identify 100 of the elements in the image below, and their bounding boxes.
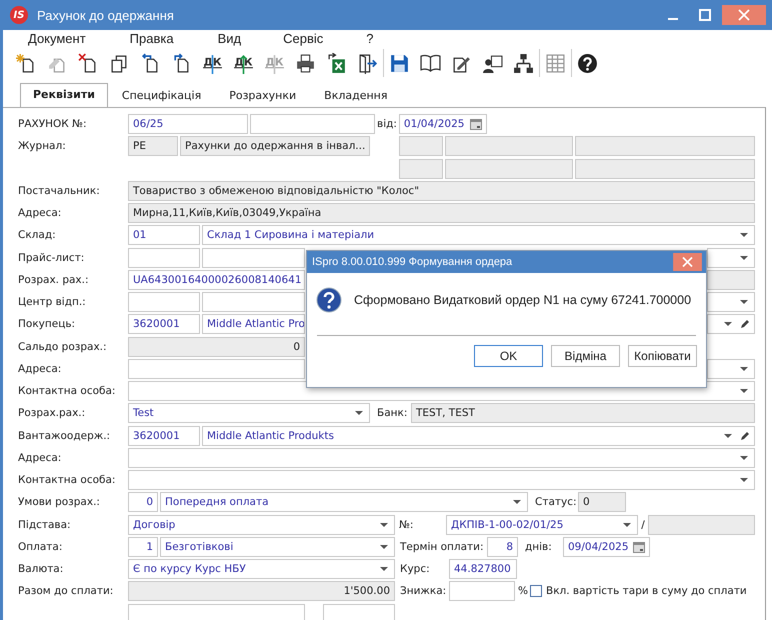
hierarchy-icon[interactable] — [513, 52, 534, 74]
field-label: Покупець: — [18, 318, 76, 330]
balance-field[interactable]: 0 — [128, 336, 305, 356]
tab[interactable]: Вкладення — [310, 85, 402, 107]
status-field[interactable]: 0 — [578, 492, 626, 512]
address-dropdown[interactable] — [128, 448, 755, 468]
account-field[interactable]: UA64300164000026008140641 — [128, 270, 305, 290]
calendar-icon[interactable] — [470, 118, 482, 130]
dialog-message: Сформовано Видатковий ордер N1 на суму 67241.700000 — [354, 293, 692, 307]
table-icon[interactable] — [545, 52, 566, 74]
input-field[interactable] — [128, 292, 200, 312]
warehouse-dropdown[interactable]: Склад 1 Сировина і матеріали — [202, 225, 755, 246]
address-field[interactable]: Мирна,11,Київ,Київ,03049,Україна — [128, 203, 755, 223]
term-field[interactable]: 8 — [487, 536, 518, 557]
book-icon[interactable] — [420, 52, 441, 74]
field-label: Адреса: — [18, 207, 62, 219]
basis-dropdown[interactable]: Договір — [128, 514, 395, 534]
input-field[interactable] — [128, 604, 305, 620]
date-field[interactable]: 09/04/2025 — [563, 536, 650, 557]
help-icon[interactable] — [577, 52, 598, 74]
address-dropdown[interactable] — [128, 358, 305, 379]
save-icon[interactable] — [389, 52, 410, 74]
consignee-dropdown[interactable]: Middle Atlantic Produkts — [202, 426, 755, 446]
checkbox[interactable] — [530, 585, 542, 598]
buyer-code-field[interactable]: 3620001 — [128, 314, 200, 334]
field-label: Журнал: — [18, 140, 67, 152]
menu-item[interactable]: Документ — [28, 30, 86, 46]
calendar-icon[interactable] — [633, 540, 645, 553]
caret-icon — [380, 567, 388, 571]
input-field[interactable] — [575, 136, 755, 156]
user-icon[interactable] — [482, 52, 503, 74]
total-field[interactable]: 1'500.00 — [128, 581, 395, 602]
close-button[interactable] — [673, 253, 702, 271]
invoice-number-field[interactable]: 06/25 — [128, 114, 248, 134]
terms-dropdown[interactable]: Попередня оплата — [160, 492, 528, 512]
caret-icon — [740, 233, 748, 238]
pencil-icon[interactable] — [740, 430, 750, 440]
warehouse-code-field[interactable]: 01 — [128, 225, 200, 246]
dialog-button[interactable]: Копіювати — [628, 345, 697, 367]
field-label: Оплата: — [18, 540, 64, 553]
input-field[interactable] — [707, 270, 755, 290]
contract-number-dropdown[interactable]: ДКПІВ-1-00-02/01/25 — [446, 514, 638, 534]
dialog-title: ISpro 8.00.010.999 Формування ордера — [312, 256, 514, 268]
close-button[interactable] — [722, 5, 766, 25]
buyer-name-field[interactable]: Middle Atlantic Pro — [202, 314, 305, 334]
date-field[interactable]: 01/04/2025 — [398, 114, 487, 134]
input-field[interactable] — [575, 158, 755, 178]
journal-code-field[interactable]: РЕ — [128, 136, 178, 156]
dropdown-end[interactable] — [707, 314, 755, 334]
input-field[interactable] — [648, 514, 755, 534]
payment-dropdown[interactable]: Безготівкові — [160, 536, 395, 557]
price-list-dropdown[interactable] — [202, 248, 305, 268]
input-field[interactable] — [445, 136, 573, 156]
dialog-button[interactable]: Відміна — [551, 345, 620, 367]
tab[interactable]: Розрахунки — [215, 85, 310, 107]
field-label: Валюта: — [18, 563, 64, 575]
input-field[interactable] — [399, 136, 443, 156]
caret-icon — [740, 366, 748, 371]
contact-dropdown[interactable] — [128, 470, 755, 490]
percent-sign: % — [518, 585, 528, 598]
caret-icon — [380, 522, 388, 526]
field-label: Адреса: — [18, 362, 62, 375]
menu-item[interactable]: Правка — [130, 30, 174, 46]
separator-text: / — [640, 518, 646, 530]
currency-dropdown[interactable]: Є по курсу Курс НБУ — [128, 559, 395, 579]
center-dropdown[interactable] — [202, 292, 305, 312]
terms-code-field[interactable]: 0 — [128, 492, 158, 512]
menu-item[interactable]: Вид — [218, 30, 242, 46]
caret-icon — [355, 411, 363, 416]
payment-code-field[interactable]: 1 — [128, 536, 158, 557]
input-field[interactable] — [399, 158, 443, 178]
spreadsheet-export-icon[interactable] — [326, 52, 347, 74]
input-field[interactable] — [128, 248, 200, 268]
account-dropdown[interactable]: Test — [128, 403, 370, 424]
field-label: Підстава: — [18, 518, 72, 530]
journal-name-field[interactable]: Рахунки до одержання в інвал... — [180, 136, 370, 156]
input-field[interactable] — [323, 604, 395, 620]
discount-field[interactable] — [449, 581, 515, 602]
field-label: Курс: — [400, 563, 431, 575]
field-label: №: — [399, 518, 414, 530]
field-label: від: — [377, 118, 397, 130]
caret-icon — [513, 500, 521, 504]
menu-item[interactable]: ? — [366, 30, 374, 46]
question-icon — [316, 287, 342, 313]
bank-field[interactable]: TEST, TEST — [411, 403, 755, 424]
consignee-code-field[interactable]: 3620001 — [128, 426, 200, 446]
caret-icon — [623, 522, 631, 526]
input-field[interactable] — [445, 158, 573, 178]
exit-icon[interactable] — [357, 52, 378, 74]
app-logo: IS — [10, 6, 28, 24]
menu-item[interactable]: Сервіс — [283, 30, 324, 46]
rate-field[interactable]: 44.827800 — [449, 559, 517, 579]
dialog-button[interactable]: OK — [474, 345, 543, 367]
tab[interactable]: Специфікація — [108, 85, 216, 107]
supplier-field[interactable]: Товариство з обмеженою відповідальністю "Колос" — [128, 180, 755, 201]
input-field[interactable] — [250, 114, 375, 134]
field-label: Прайс-лист: — [18, 252, 86, 264]
printer-icon[interactable] — [295, 52, 316, 74]
pencil-icon[interactable] — [740, 319, 750, 330]
tab[interactable]: Реквізити — [20, 83, 108, 107]
